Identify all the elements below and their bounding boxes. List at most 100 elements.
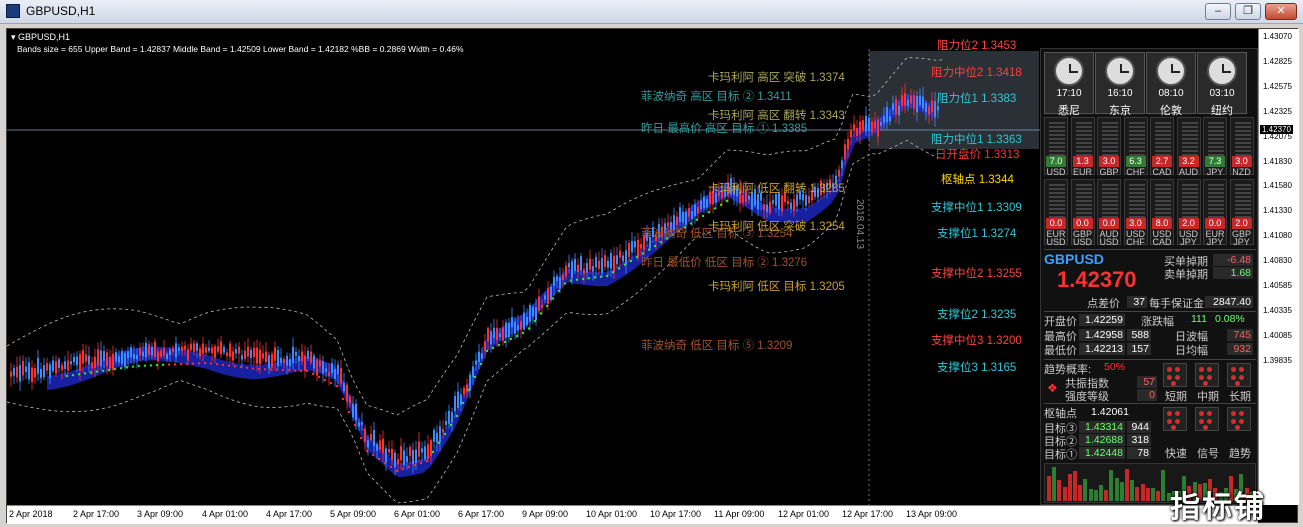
candle-body [796,194,798,207]
signal-dot [335,384,339,388]
candle-body [931,100,933,113]
candle-body [430,440,432,457]
strength-value: 2.0 [1231,218,1252,229]
level-label: 阻力中位1 1.3363 [931,134,1022,146]
signal-dot [467,388,471,392]
clock-face-icon [1054,56,1084,86]
signal-dot [203,361,207,365]
candle-body [925,102,927,112]
candle-body [922,96,924,109]
candle-body [868,117,870,132]
candle-body [616,255,618,265]
signal-dot [1239,367,1244,372]
candle-body [769,201,771,214]
pair-strength-meter: 0.0 EUR USD [1044,179,1068,247]
candle-body [577,264,579,273]
divider [1044,311,1256,312]
signal-dot [137,364,141,368]
currency-strength-meter: 6.3 CHF [1123,117,1148,177]
strength-value: 7.0 [1046,156,1066,167]
currency-code: EUR [1072,167,1092,177]
maximize-button[interactable]: ❐ [1235,3,1261,20]
signal-dot [233,365,237,368]
candle-body [595,256,597,268]
indicator-signal-light [1163,407,1187,431]
candle-body [157,351,159,362]
price-axis[interactable]: 1.43070 1.42825 1.42575 1.42325 1.42075 1.418… [1258,29,1299,505]
currency-strength-meter: 7.0 USD [1044,117,1068,177]
clock-minute-hand [1222,71,1231,73]
histogram-bar [1083,478,1088,501]
currency-strength-meter: 3.0 GBP [1097,117,1121,177]
signal-dot [161,363,165,367]
candle-body [37,357,39,374]
candle-body [286,355,288,366]
signal-dot [1231,419,1236,424]
signal-dot [1175,375,1180,380]
signal-dot [239,365,243,369]
candle-body [433,430,435,442]
currency-code: USD [1046,167,1066,177]
live-price: 1.42370 [1057,267,1137,292]
candle-body [307,350,309,359]
day-range-value: 745 [1227,329,1253,341]
signal-dot [1199,375,1204,380]
signal-dot [701,214,705,218]
candle-body [550,286,552,301]
target-value: 1.42688 [1079,434,1125,446]
signal-dot [1239,419,1244,424]
time-tick-label: 12 Apr 17:00 [842,509,894,519]
signal-dot [1235,381,1240,386]
symbol-header[interactable]: ▾ GBPUSD,H1 [11,32,70,43]
chart-window-icon [6,4,20,18]
signal-dot [407,465,411,469]
candle-body [394,452,396,468]
candle-body [508,323,510,338]
candle-body [865,115,867,132]
strength-bars [1208,184,1224,218]
currency-strength-meter: 2.7 CAD [1150,117,1174,177]
signal-dot [1167,411,1172,416]
candle-body [889,116,891,122]
histogram-bar [1099,484,1103,501]
candle-body [706,198,708,208]
candle-body [85,354,87,362]
low-label: 最低价 [1044,345,1077,357]
candle-body [919,95,921,105]
signal-dot [413,463,417,467]
candle-body [475,360,477,365]
signal-dot [659,241,663,244]
candle-body [358,422,360,427]
candle-body [412,450,414,464]
signal-dot [377,457,381,461]
candle-body [265,351,267,362]
currency-code: NZD [1232,167,1251,177]
strength-value: 0.0 [1205,218,1225,229]
price-chart[interactable]: 2018.04.13 ▾ GBPUSD,H1 Bands size = 655 … [6,28,1299,524]
candle-body [322,361,324,374]
time-axis[interactable]: 2 Apr 2018 2 Apr 17:00 3 Apr 09:00 4 Apr 01… [7,505,1258,524]
candle-body [67,360,69,371]
strength-value: 2.0 [1178,218,1199,229]
signal-dot [71,373,75,377]
minimize-button[interactable]: – [1205,3,1231,20]
candle-body [196,343,198,352]
candle-body [169,349,171,356]
spread-label: 点差价 [1087,298,1120,310]
signal-dot [1199,411,1204,416]
signal-dot [623,263,627,266]
candle-body [205,347,207,353]
candle-body [415,449,417,464]
candle-body [610,253,612,269]
histogram-bar [1062,486,1067,501]
signal-dot [1231,411,1236,416]
candle-body [838,169,840,177]
signal-label: 趋势 [1229,448,1251,460]
signal-dot [197,362,201,365]
close-button[interactable]: ✕ [1265,3,1297,20]
signal-dot [527,327,531,330]
terminal-window: GBPUSD,H1 – ❐ ✕ 2018.04.13 ▾ GBPUSD,H1 B… [0,0,1303,527]
signal-dot [83,372,87,375]
signal-dot [1235,425,1240,430]
candle-body [376,443,378,451]
